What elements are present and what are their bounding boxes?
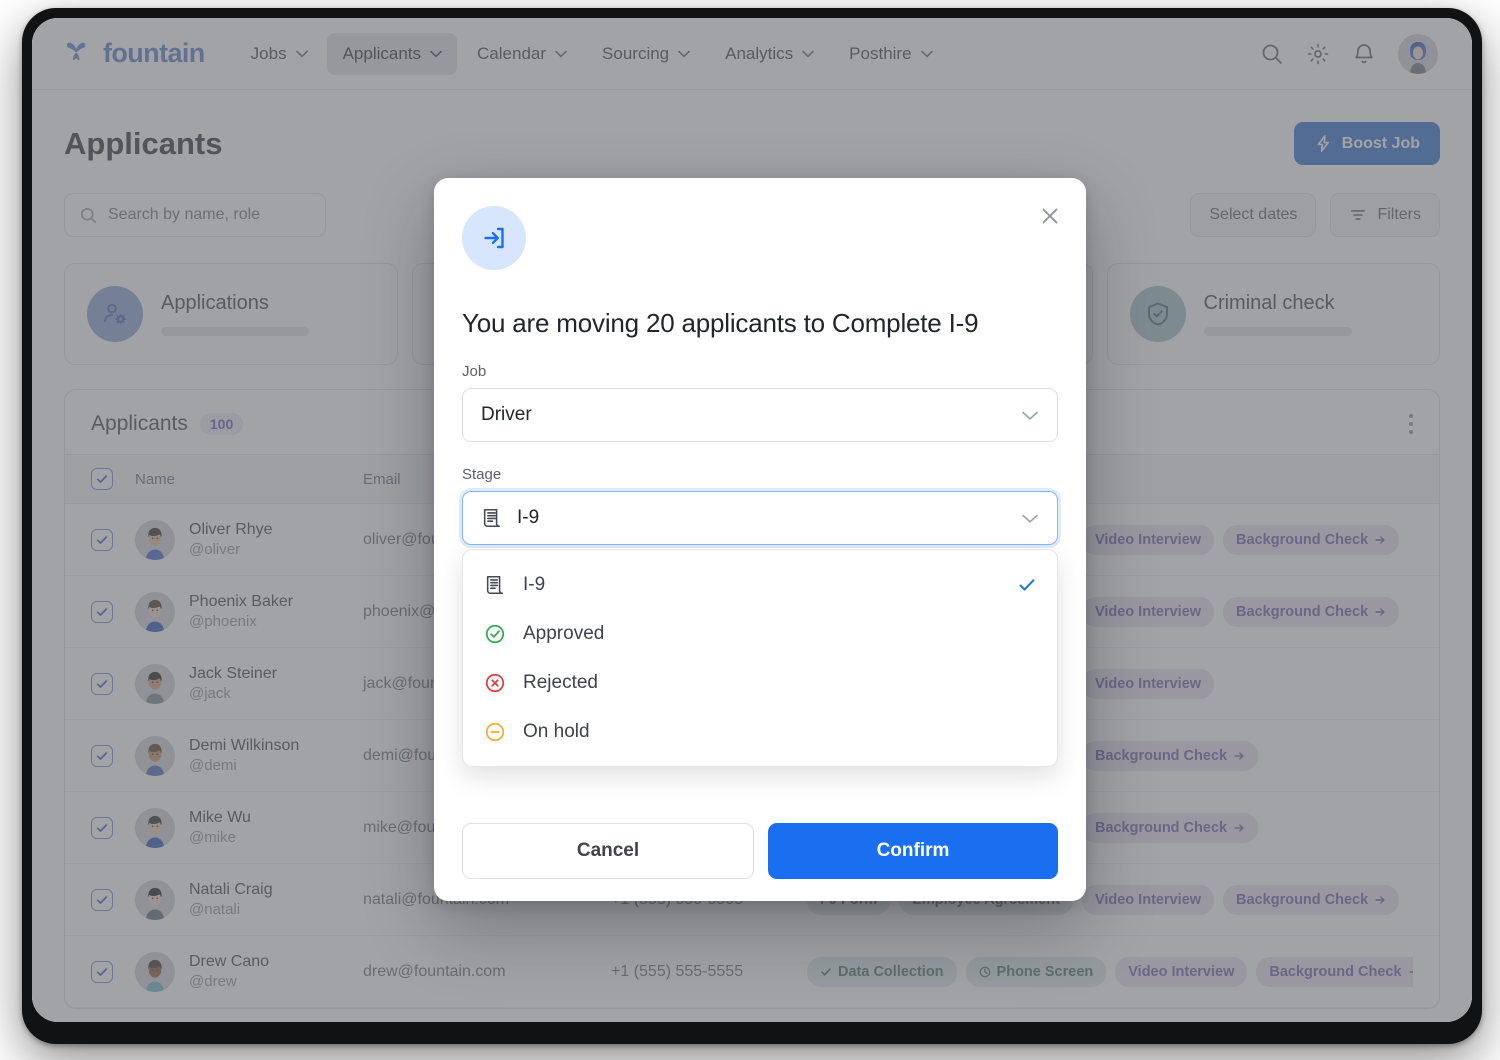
app-window: fountain Jobs Applicants Calendar Sourci… [32,18,1472,1022]
check-icon [1017,575,1037,595]
job-select[interactable]: Driver [462,388,1058,442]
stage-option-approved[interactable]: Approved [463,609,1057,658]
job-field-label: Job [462,363,487,380]
confirm-label: Confirm [876,840,950,861]
modal-title: You are moving 20 applicants to Complete… [462,308,979,338]
stage-option-label: Approved [523,622,605,644]
stage-option-label: I-9 [523,573,546,595]
stage-option-on-hold[interactable]: On hold [463,707,1057,756]
cancel-button[interactable]: Cancel [462,823,754,879]
stage-option-i-9[interactable]: I-9 [463,560,1057,609]
stage-option-label: On hold [523,720,590,742]
confirm-button[interactable]: Confirm [768,823,1058,879]
document-icon [481,507,503,529]
device-frame: fountain Jobs Applicants Calendar Sourci… [22,8,1482,1044]
close-icon[interactable] [1038,204,1062,228]
chevron-down-icon [1021,410,1039,421]
move-arrow-into-box-icon [462,206,526,270]
stage-dropdown-list: I-9 Approved Rejected On hold [462,549,1058,767]
stage-option-label: Rejected [523,671,598,693]
modal-overlay: You are moving 20 applicants to Complete… [32,18,1472,1022]
modal-actions: Cancel Confirm [462,823,1058,879]
stage-select[interactable]: I-9 [462,491,1058,545]
stage-option-rejected[interactable]: Rejected [463,658,1057,707]
chevron-down-icon [1021,513,1039,524]
move-applicants-modal: You are moving 20 applicants to Complete… [434,178,1086,901]
minus-circle-icon [483,721,507,743]
x-circle-icon [483,672,507,694]
cancel-label: Cancel [576,840,640,861]
document-icon [483,574,507,596]
stage-field-label: Stage [462,466,502,483]
job-select-value: Driver [481,404,532,425]
check-circle-icon [483,623,507,645]
stage-select-value: I-9 [517,507,540,528]
